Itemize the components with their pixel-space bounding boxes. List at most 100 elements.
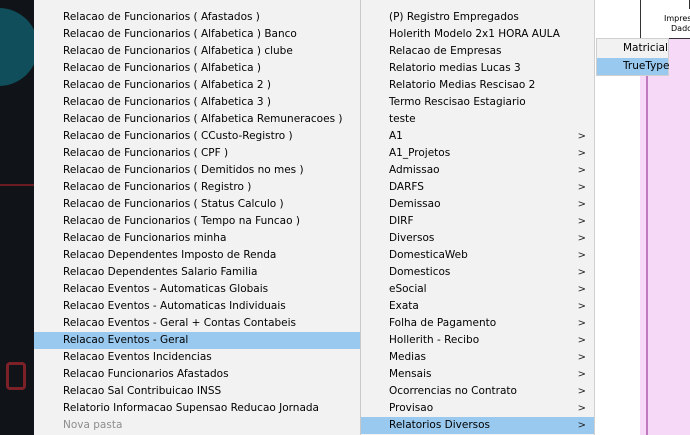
menu-item[interactable]: Nova pasta: [34, 417, 360, 434]
menu-item[interactable]: Relacao Eventos - Geral + Contas Contabe…: [34, 315, 360, 332]
print-mode-label: Matricial: [623, 42, 668, 54]
menu-item[interactable]: Demissao >: [361, 196, 594, 213]
menu-item-label: Relacao de Funcionarios ( CCusto-Registr…: [63, 129, 293, 142]
menu-item-label: Relacao Funcionarios Afastados: [63, 367, 229, 380]
chevron-right-icon: >: [577, 164, 586, 176]
menu-item-label: Admissao: [389, 163, 440, 176]
chevron-right-icon: >: [577, 266, 586, 278]
menu-item[interactable]: Relacao de Funcionarios ( Alfabetica ) c…: [34, 43, 360, 60]
menu-item[interactable]: Relacao Eventos - Automaticas Individuai…: [34, 298, 360, 315]
menu-item[interactable]: Relacao de Funcionarios ( Afastados ): [34, 9, 360, 26]
menu-item[interactable]: Relatorio Informacao Supensao Reducao Jo…: [34, 400, 360, 417]
menu-item[interactable]: eSocial >: [361, 281, 594, 298]
menu-item[interactable]: Exata >: [361, 298, 594, 315]
menu-item-label: Relacao de Funcionarios ( Registro ): [63, 180, 252, 193]
menu-item[interactable]: Diversos >: [361, 230, 594, 247]
menu-item-label: Relacao de Funcionarios ( Status Calculo…: [63, 197, 284, 210]
menu-item-label: Relacao de Funcionarios ( CPF ): [63, 146, 229, 159]
print-mode-submenu: Matricial TrueType: [596, 38, 669, 76]
menu-item[interactable]: DomesticaWeb >: [361, 247, 594, 264]
menu-item[interactable]: Relacao de Funcionarios ( Status Calculo…: [34, 196, 360, 213]
menu-item[interactable]: Relacao Dependentes Salario Familia: [34, 264, 360, 281]
print-mode-item[interactable]: TrueType: [597, 58, 669, 75]
menu-item-label: Relacao de Funcionarios ( Tempo na Funca…: [63, 214, 300, 227]
menu-item[interactable]: Relacao de Funcionarios ( CCusto-Registr…: [34, 128, 360, 145]
menu-item[interactable]: Medias >: [361, 349, 594, 366]
menu-item[interactable]: Relatorios Diversos >: [361, 416, 594, 434]
menu-item[interactable]: Relacao Dependentes Imposto de Renda: [34, 247, 360, 264]
menu-item-label: Relacao de Funcionarios ( Demitidos no m…: [63, 163, 304, 176]
menu-item-label: DARFS: [389, 180, 424, 193]
menu-item-label: eSocial: [389, 282, 427, 295]
menu-item-label: Provisao: [389, 401, 434, 414]
menu-item-label: Relacao Sal Contribuicao INSS: [63, 384, 222, 397]
menu-item-label: Relacao de Funcionarios ( Alfabetica 2 ): [63, 78, 271, 91]
menu-item[interactable]: Relacao de Empresas: [361, 43, 594, 60]
menu-item[interactable]: Hollerith - Recibo >: [361, 332, 594, 349]
print-mode-item[interactable]: Matricial: [597, 40, 668, 57]
menu-item[interactable]: Relacao Sal Contribuicao INSS: [34, 383, 360, 400]
menu-item[interactable]: (P) Registro Empregados: [361, 9, 594, 26]
menu-item-label: Relacao de Funcionarios minha: [63, 231, 227, 244]
menu-item[interactable]: DIRF >: [361, 213, 594, 230]
menu-item-label: A1_Projetos: [389, 146, 451, 159]
menu-item-label: Relacao de Funcionarios ( Afastados ): [63, 10, 260, 23]
menu-item[interactable]: Domesticos >: [361, 264, 594, 281]
menu-item[interactable]: Relacao de Funcionarios ( Alfabetica ): [34, 60, 360, 77]
menu-item-label: Relatorio Medias Rescisao 2: [389, 78, 536, 91]
menu-item-label: Mensais: [389, 367, 432, 380]
menu-item[interactable]: Provisao >: [361, 400, 594, 417]
menu-item[interactable]: Admissao >: [361, 162, 594, 179]
menu-item[interactable]: Relacao Eventos - Automaticas Globais: [34, 281, 360, 298]
menu-item[interactable]: A1 >: [361, 128, 594, 145]
menu-item[interactable]: Relacao de Funcionarios ( Registro ): [34, 179, 360, 196]
menu-item-label: Diversos: [389, 231, 435, 244]
menu-item[interactable]: Relatorio Medias Rescisao 2: [361, 77, 594, 94]
menu-item-label: Relatorio medias Lucas 3: [389, 61, 521, 74]
menu-item[interactable]: Relacao Funcionarios Afastados: [34, 366, 360, 383]
menu-item-label: Domesticos: [389, 265, 451, 278]
menu-item[interactable]: DARFS >: [361, 179, 594, 196]
menu-item-label: Nova pasta: [63, 418, 123, 431]
menu-item[interactable]: Holerith Modelo 2x1 HORA AULA: [361, 26, 594, 43]
background-red-shape: [6, 362, 26, 390]
menu-item[interactable]: teste: [361, 111, 594, 128]
menu-item[interactable]: Relacao Eventos Incidencias: [34, 349, 360, 366]
chevron-right-icon: >: [577, 147, 586, 159]
menu-item[interactable]: Relacao de Funcionarios ( Alfabetica 3 ): [34, 94, 360, 111]
menu-item-label: Relatorio Informacao Supensao Reducao Jo…: [63, 401, 319, 414]
menu-item[interactable]: A1_Projetos >: [361, 145, 594, 162]
menu-item-label: Relacao de Funcionarios ( Alfabetica ) c…: [63, 44, 293, 57]
menu-item[interactable]: Relacao de Funcionarios ( Tempo na Funca…: [34, 213, 360, 230]
menu-item[interactable]: Relacao de Funcionarios ( Demitidos no m…: [34, 162, 360, 179]
menu-item[interactable]: Relatorio medias Lucas 3: [361, 60, 594, 77]
menu-item[interactable]: Mensais >: [361, 366, 594, 383]
menu-item-label: Relacao de Funcionarios ( Alfabetica Rem…: [63, 112, 343, 125]
menu-item[interactable]: Relacao de Funcionarios ( Alfabetica 2 ): [34, 77, 360, 94]
chevron-right-icon: >: [577, 130, 586, 142]
menu-item-label: Relacao de Empresas: [389, 44, 502, 57]
chevron-right-icon: >: [577, 249, 586, 261]
menu-item-label: Relacao Eventos - Automaticas Globais: [63, 282, 269, 295]
menu-item[interactable]: Relacao Eventos - Geral: [34, 331, 360, 349]
menu-item[interactable]: Termo Rescisao Estagiario: [361, 94, 594, 111]
menu-item-label: Hollerith - Recibo: [389, 333, 480, 346]
menu-item-label: teste: [389, 112, 416, 125]
menu-item[interactable]: Relacao de Funcionarios ( Alfabetica ) B…: [34, 26, 360, 43]
menu-item[interactable]: Ocorrencias no Contrato >: [361, 383, 594, 400]
chevron-right-icon: >: [577, 385, 586, 397]
background-teal-circle: [0, 8, 34, 86]
background-red-line: [0, 184, 34, 186]
chevron-right-icon: >: [577, 368, 586, 380]
menu-item[interactable]: Relacao de Funcionarios ( CPF ): [34, 145, 360, 162]
menu-item[interactable]: Relacao de Funcionarios minha: [34, 230, 360, 247]
chevron-right-icon: >: [577, 300, 586, 312]
chevron-right-icon: >: [577, 283, 586, 295]
chevron-right-icon: >: [577, 317, 586, 329]
menu-item-label: DIRF: [389, 214, 414, 227]
menu-item[interactable]: Relacao de Funcionarios ( Alfabetica Rem…: [34, 111, 360, 128]
menu-item[interactable]: Folha de Pagamento >: [361, 315, 594, 332]
menu-item-label: Relatorios Diversos: [389, 418, 491, 431]
menu-item-label: Termo Rescisao Estagiario: [389, 95, 526, 108]
chevron-right-icon: >: [577, 419, 586, 431]
